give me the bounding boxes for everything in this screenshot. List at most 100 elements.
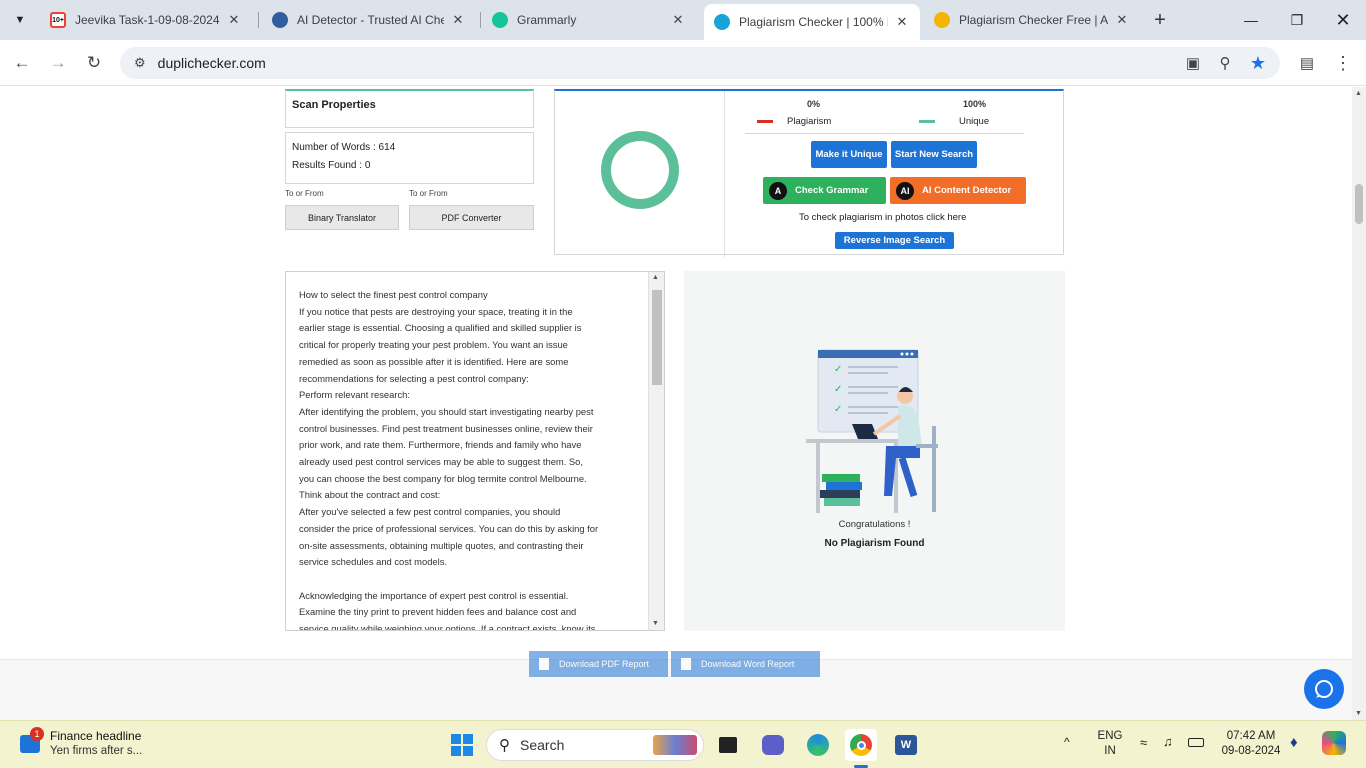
scroll-down-arrow[interactable]: ▼ [652,620,659,627]
tab-title: Plagiarism Checker | 100% F [739,15,888,29]
unique-ring-arc [601,131,679,209]
browser-toolbar: ← → ↻ ⚙ duplichecker.com ▣ ⚲ ★ ▤ ⋮ [0,40,1366,86]
textarea-scrollbar[interactable]: ▲ ▼ [648,272,664,630]
text-line: Perform relevant research: [299,389,410,401]
chrome-icon[interactable] [845,729,877,761]
results-label: Results Found : [292,160,365,171]
scroll-thumb[interactable] [652,290,662,385]
check-grammar-button[interactable]: A Check Grammar [763,177,886,204]
close-window-button[interactable]: ✕ [1320,0,1366,40]
address-bar[interactable]: ⚙ duplichecker.com [120,47,1280,79]
close-tab-icon[interactable]: ✕ [670,12,686,28]
content-textarea[interactable]: How to select the finest pest control co… [285,271,665,631]
close-tab-icon[interactable]: ✕ [450,12,466,28]
start-new-search-button[interactable]: Start New Search [891,141,977,168]
word-icon[interactable]: W [890,729,922,761]
results-count: Results Found : 0 [292,160,370,171]
notification-bell-icon[interactable]: ♦ [1290,734,1298,751]
text-line: How to select the finest pest control co… [299,289,488,300]
tab-duplichecker[interactable]: Plagiarism Checker | 100% F ✕ [704,4,920,40]
binary-translator-button[interactable]: Binary Translator [285,205,399,230]
make-it-unique-button[interactable]: Make it Unique [811,141,887,168]
reverse-image-search-button[interactable]: Reverse Image Search [835,232,954,249]
tab-gmail[interactable]: 10+ Jeevika Task-1-09-08-2024 - ✕ [40,4,252,36]
copilot-icon[interactable] [1322,731,1346,755]
restore-button[interactable]: ❐ [1274,0,1320,40]
pdf-converter-button[interactable]: PDF Converter [409,205,534,230]
menu-icon[interactable]: ⋮ [1332,52,1354,74]
back-icon[interactable]: ← [8,49,36,77]
words-label: Number of Words : [292,142,379,153]
battery-icon[interactable] [1188,738,1204,747]
show-hidden-icons[interactable]: ^ [1064,735,1070,749]
download-word-button[interactable]: Download Word Report [671,651,820,677]
tab-grammarly[interactable]: Grammarly ✕ [482,4,696,36]
text-line: Examine the tiny print to prevent hidden… [299,606,577,618]
close-tab-icon[interactable]: ✕ [226,12,242,28]
tab-title: Grammarly [517,13,577,27]
site-settings-icon[interactable]: ⚙ [134,55,146,71]
grammar-logo-icon: A [769,181,787,200]
start-windows-icon[interactable] [446,729,478,761]
page-scrollbar[interactable]: ▲ ▼ [1352,87,1366,720]
person-at-laptop-illustration: ✓ ✓ ✓ [806,349,938,513]
ai-content-detector-button[interactable]: AI AI Content Detector [890,177,1026,204]
bookmark-star-icon[interactable]: ★ [1247,52,1269,74]
scroll-up-arrow[interactable]: ▲ [652,274,659,281]
unique-legend-swatch [919,120,935,123]
minimize-button[interactable]: — [1228,0,1274,40]
scan-stats-box: Number of Words : 614 Results Found : 0 [285,132,534,184]
plagiarism-percent: 0% [807,99,821,109]
text-line: service quality while weighing your opti… [299,623,596,631]
news-subtitle: Yen firms after s... [50,745,143,757]
text-line: After you've selected a few pest control… [299,506,561,518]
page-scroll-thumb[interactable] [1355,184,1363,224]
news-badge: 1 [30,727,44,741]
tab-search-button[interactable]: ▼ [8,8,32,32]
text-line: prior work, and rate them. Furthermore, … [299,439,582,451]
clock-date: 09-08-2024 [1221,745,1281,757]
ai-logo-icon: AI [896,181,914,200]
text-line: recommendations for selecting a pest con… [299,372,529,384]
to-from-label: To or From [285,189,324,198]
results-summary-panel: 0% 100% Plagiarism Unique Make it Unique… [554,89,1064,257]
text-line: If you notice that pests are destroying … [299,305,573,317]
chat-support-icon[interactable] [1304,669,1344,709]
teams-chat-icon[interactable] [757,729,789,761]
svg-text:✓: ✓ [834,384,842,395]
volume-icon[interactable]: ♫ [1163,734,1173,749]
taskbar-search-box[interactable]: ⚲ Search [486,729,704,761]
text-line [299,571,634,588]
text-line: Acknowledging the importance of expert p… [299,589,569,601]
news-widget[interactable]: 1 Finance headline Yen firms after s... [16,727,186,763]
text-line: earlier stage is essential. Choosing a q… [299,322,582,334]
download-word-label: Download Word Report [701,659,795,669]
tab-title: Plagiarism Checker Free | Ac [959,13,1108,27]
result-panel: ✓ ✓ ✓ Congratulations ! No Plagiarism Fo… [684,271,1065,631]
url-text: duplichecker.com [157,55,266,71]
text-line: consider the price of professional servi… [299,522,599,534]
pdf-file-icon [539,658,549,670]
zoom-icon[interactable]: ⚲ [1214,52,1236,74]
tab-title: AI Detector - Trusted AI Che [297,13,444,27]
page-scroll-up[interactable]: ▲ [1355,90,1362,97]
tab-bar: ▼ 10+ Jeevika Task-1-09-08-2024 - ✕ AI D… [0,0,1366,40]
download-pdf-button[interactable]: Download PDF Report [529,651,668,677]
task-view-icon[interactable] [712,729,744,761]
tab-ai-detector[interactable]: AI Detector - Trusted AI Che ✕ [262,4,476,36]
tab-plagiarism-free[interactable]: Plagiarism Checker Free | Ac ✕ [924,4,1140,36]
wifi-icon[interactable]: ≈ [1140,735,1147,750]
close-tab-icon[interactable]: ✕ [894,14,910,30]
reading-list-icon[interactable]: ▤ [1296,52,1318,74]
grammarly-icon [492,12,508,28]
edge-icon[interactable] [802,729,834,761]
forward-icon[interactable]: → [44,49,72,77]
clock[interactable]: 07:42 AM 09-08-2024 [1218,729,1284,759]
install-app-icon[interactable]: ▣ [1182,52,1204,74]
page-scroll-down[interactable]: ▼ [1355,710,1362,717]
reload-icon[interactable]: ↻ [80,49,108,77]
search-icon: ⚲ [499,737,510,754]
close-tab-icon[interactable]: ✕ [1114,12,1130,28]
language-indicator[interactable]: ENG IN [1094,729,1126,759]
new-tab-button[interactable]: + [1148,8,1172,32]
